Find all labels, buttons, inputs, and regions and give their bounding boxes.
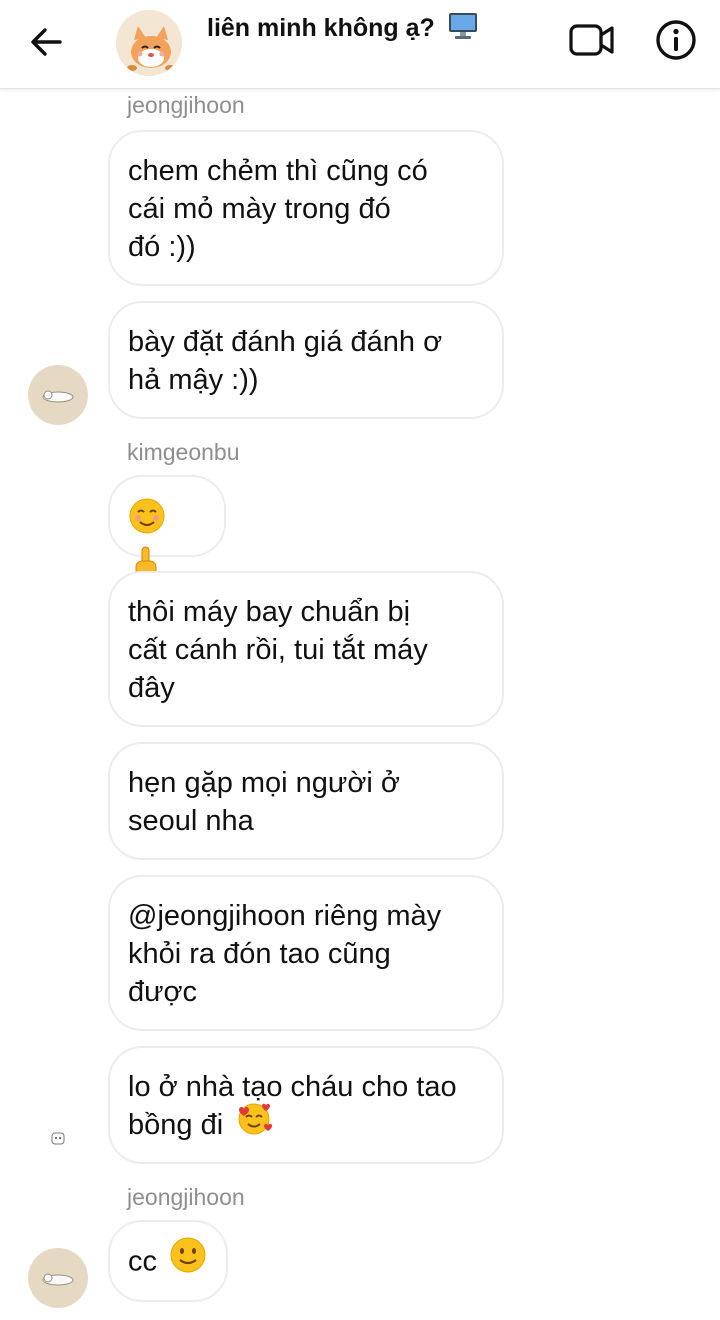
back-button[interactable] — [24, 20, 68, 64]
chat-title[interactable]: liên minh không ạ? — [207, 12, 478, 47]
message-text: chem chẻm thì cũng có — [128, 155, 428, 187]
message-text: được — [128, 976, 198, 1008]
message-bubble[interactable]: thôi máy bay chuẩn bị cất cánh rồi, tui … — [108, 571, 504, 727]
sender-name: jeongjihoon — [127, 92, 245, 118]
info-button[interactable] — [652, 16, 700, 64]
message-text: khỏi ra đón tao cũng — [128, 938, 391, 970]
message-text: cái mỏ mày trong đó — [128, 193, 391, 225]
video-camera-icon — [569, 24, 614, 56]
message-text: seoul nha — [128, 805, 254, 837]
message-bubble[interactable]: @jeongjihoon riêng mày khỏi ra đón tao c… — [108, 875, 504, 1031]
arrow-left-icon — [31, 28, 62, 56]
message-bubble[interactable]: hẹn gặp mọi người ở seoul nha — [108, 742, 504, 860]
sender-name: jeongjihoon — [127, 1184, 245, 1210]
message-text: hẹn gặp mọi người ở — [128, 767, 400, 799]
cat-avatar-icon — [116, 10, 182, 76]
message-text: lo ở nhà tạo cháu cho tao — [128, 1071, 457, 1103]
message-text: bày đặt đánh giá đánh ơ — [128, 326, 443, 358]
message-text: hả mậy :)) — [128, 364, 259, 396]
slightly-smiling-face-icon — [169, 1236, 207, 1284]
sleeping-cat-icon — [42, 1273, 74, 1286]
message-text: đó :)) — [128, 231, 196, 263]
message-list[interactable]: jeongjihoon chem chẻm thì cũng có cái mỏ… — [0, 88, 720, 1320]
smiling-face-icon — [128, 497, 166, 545]
message-bubble[interactable]: cc — [108, 1220, 228, 1302]
message-text: thôi máy bay chuẩn bị — [128, 596, 411, 628]
smiling-face-with-hearts-icon — [235, 1100, 273, 1146]
message-text: bồng đi — [128, 1109, 224, 1141]
group-avatar[interactable] — [116, 10, 182, 76]
sender-name: kimgeonbu — [127, 439, 240, 465]
sleeping-cat-icon — [42, 390, 74, 403]
message-bubble[interactable]: lo ở nhà tạo cháu cho tao bồng đi — [108, 1046, 504, 1164]
message-bubble[interactable]: bày đặt đánh giá đánh ơ hả mậy :)) — [108, 301, 504, 419]
message-text: đây — [128, 672, 175, 704]
chat-header: liên minh không ạ? — [0, 0, 720, 89]
read-receipt-avatar — [48, 1128, 68, 1148]
desktop-computer-icon — [448, 12, 478, 47]
message-bubble[interactable]: chem chẻm thì cũng có cái mỏ mày trong đ… — [108, 130, 504, 286]
message-text: @jeongjihoon riêng mày — [128, 900, 442, 932]
message-text: cc — [128, 1245, 157, 1278]
message-text: cất cánh rồi, tui tắt máy — [128, 634, 428, 666]
avatar[interactable] — [28, 365, 88, 425]
info-circle-icon — [656, 20, 696, 60]
avatar[interactable] — [28, 1248, 88, 1308]
video-call-button[interactable] — [566, 18, 618, 62]
chat-title-text: liên minh không ạ? — [207, 14, 435, 43]
message-bubble[interactable] — [108, 475, 226, 580]
tiny-cat-icon — [51, 1132, 65, 1145]
